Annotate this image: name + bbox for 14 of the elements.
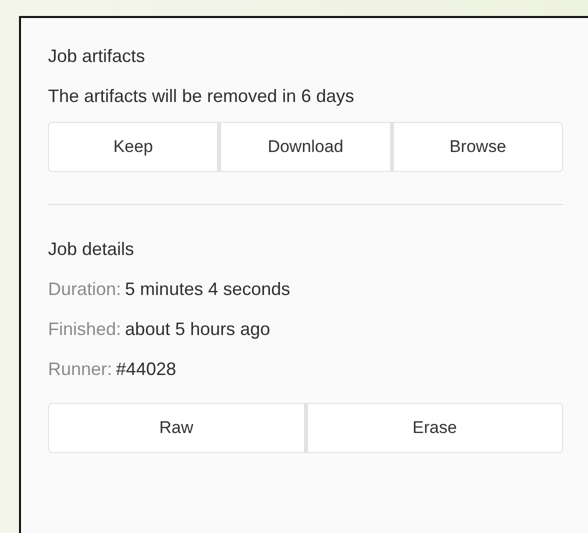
field-value: 5 minutes 4 seconds <box>125 278 290 301</box>
field-label: Runner: <box>48 358 112 381</box>
field-value: about 5 hours ago <box>125 318 270 341</box>
field-value: #44028 <box>116 358 176 381</box>
section-title: Job artifacts <box>48 45 146 68</box>
section-title: Job details <box>48 238 136 261</box>
expiry-notice: The artifacts will be removed in 6 days <box>48 85 356 108</box>
action-button[interactable]: Download <box>218 122 391 172</box>
field-label: Duration: <box>48 278 122 301</box>
action-button[interactable]: Raw <box>48 403 304 453</box>
field-label: Finished: <box>48 318 122 341</box>
action-button[interactable]: Erase <box>304 403 563 453</box>
action-button[interactable]: Browse <box>390 122 563 172</box>
action-button[interactable]: Keep <box>48 122 218 172</box>
